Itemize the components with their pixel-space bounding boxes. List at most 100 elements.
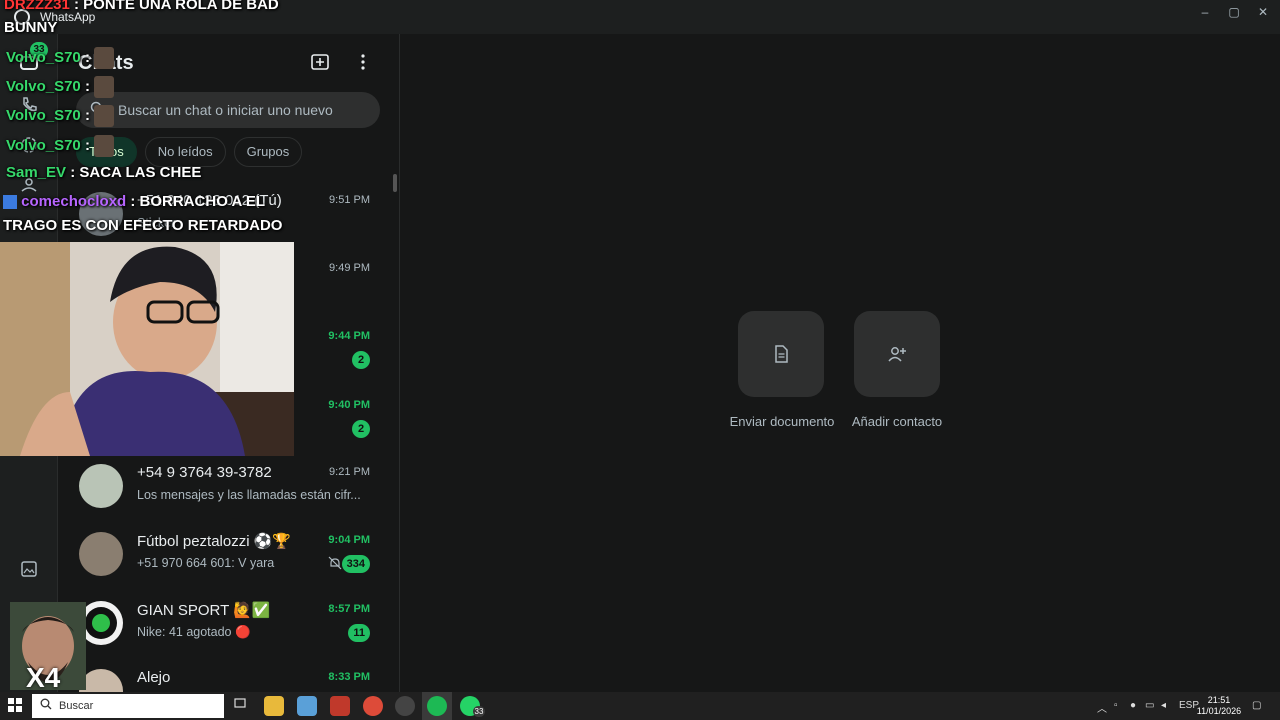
store-icon[interactable]	[297, 696, 317, 716]
taskbar: Buscar 33 ︿ ▫ ● ▭ ◂ ESP 21:51 11/01/2026…	[0, 692, 1280, 720]
chat-time: 9:04 PM	[328, 534, 370, 546]
stream-text: :	[84, 136, 90, 154]
more-vertical-icon	[361, 54, 365, 70]
chat-time: 8:57 PM	[328, 603, 370, 615]
chat-row[interactable]: Fútbol peztalozzi ⚽🏆 +51 970 664 601: V …	[58, 520, 399, 588]
stream-message: DRZZZ31 : PONTE UNA ROLA DE BAD	[4, 0, 279, 13]
close-button[interactable]: ✕	[1248, 2, 1278, 22]
stream-message: Volvo_S70 :	[6, 76, 114, 98]
stream-text: BUNNY	[4, 19, 58, 36]
chat-time: 9:51 PM	[329, 194, 370, 206]
add-contact-button[interactable]	[854, 311, 940, 397]
emote-icon	[93, 135, 114, 157]
minimize-button[interactable]: –	[1190, 2, 1220, 22]
multiplier-overlay: X4	[26, 662, 61, 693]
menu-button[interactable]	[351, 52, 375, 76]
webcam-overlay	[0, 242, 294, 456]
stream-username: Volvo_S70	[6, 77, 81, 95]
gallery-icon	[21, 561, 37, 577]
network-icon[interactable]: ▭	[1145, 700, 1154, 711]
send-document-button[interactable]	[738, 311, 824, 397]
stream-username: Sam_EV	[6, 164, 67, 181]
stream-text: :	[84, 48, 90, 66]
stream-username: Volvo_S70	[6, 136, 81, 154]
chat-name: +54 9 3764 39-3782	[137, 464, 272, 481]
emote-icon	[93, 105, 114, 127]
stream-message: BUNNY	[4, 19, 57, 36]
media-nav-button[interactable]	[18, 558, 40, 580]
chat-time: 9:44 PM	[328, 330, 370, 342]
avatar	[79, 464, 123, 508]
chat-name: GIAN SPORT 🙋✅	[137, 602, 271, 619]
taskbar-search-input[interactable]: Buscar	[32, 694, 224, 718]
stream-username: comechocloxd	[21, 193, 127, 210]
clock-date: 11/01/2026	[1196, 706, 1242, 716]
whatsapp-taskbar-badge: 33	[473, 706, 485, 717]
file-explorer-icon[interactable]	[264, 696, 284, 716]
emote-icon	[93, 76, 114, 98]
new-chat-button[interactable]	[308, 52, 332, 76]
stream-message: Volvo_S70 :	[6, 135, 114, 157]
chat-row[interactable]: +51 940 123 012 (Tú) Sticker 9:51 PM	[58, 180, 399, 248]
new-chat-icon	[311, 54, 329, 70]
chat-preview: Nike: 41 agotado 🔴	[137, 625, 251, 639]
volume-icon[interactable]: ◂	[1161, 700, 1166, 711]
stream-username: Volvo_S70	[6, 48, 81, 66]
stream-text: : SACA LAS CHEE	[70, 164, 202, 181]
search-input[interactable]: Buscar un chat o iniciar uno nuevo	[76, 92, 380, 128]
chat-time: 9:49 PM	[329, 262, 370, 274]
stream-message: comechocloxd : BORRACHO A EL	[3, 193, 265, 210]
unread-badge: 11	[348, 624, 370, 642]
chat-row[interactable]: Alejo 8:33 PM	[58, 657, 399, 692]
webcam-image	[0, 242, 294, 456]
chat-name: Alejo	[137, 669, 171, 686]
stream-text: :	[84, 77, 90, 95]
stream-username: DRZZZ31	[4, 0, 70, 13]
stream-message: Volvo_S70 :	[6, 105, 114, 127]
chat-time: 9:21 PM	[329, 466, 370, 478]
chat-time: 9:40 PM	[328, 399, 370, 411]
chat-row[interactable]: GIAN SPORT 🙋✅ Nike: 41 agotado 🔴 8:57 PM…	[58, 589, 399, 657]
tray-chevron-icon[interactable]: ︿	[1097, 700, 1107, 715]
main-pane: Enviar documento Añadir contacto	[400, 34, 1280, 692]
document-icon	[771, 344, 791, 364]
notifications-icon[interactable]: ▢	[1252, 700, 1261, 711]
stream-message: TRAGO ES CON EFECTO RETARDADO	[3, 217, 282, 234]
stream-text: : BORRACHO A EL	[130, 193, 266, 210]
stream-message: Sam_EV : SACA LAS CHEE	[6, 164, 201, 181]
game-app-icon[interactable]	[330, 696, 350, 716]
clock-time: 21:51	[1207, 695, 1231, 705]
windows-start-icon[interactable]	[8, 698, 22, 712]
chat-preview: Los mensajes y las llamadas están cifr..…	[137, 488, 361, 502]
taskbar-search-text: Buscar	[59, 700, 94, 712]
stream-username: Volvo_S70	[6, 106, 81, 124]
chat-time: 8:33 PM	[328, 671, 370, 683]
add-contact-icon	[887, 344, 907, 364]
stream-message: Volvo_S70 :	[6, 47, 114, 69]
spotify-icon[interactable]	[427, 696, 447, 716]
obs-icon[interactable]	[395, 696, 415, 716]
stream-text: :	[84, 106, 90, 124]
tray-device-icon[interactable]: ▫	[1114, 700, 1118, 711]
chat-name: Fútbol peztalozzi ⚽🏆	[137, 533, 292, 550]
chat-row[interactable]: +54 9 3764 39-3782 Los mensajes y las ll…	[58, 452, 399, 520]
system-clock[interactable]: 21:51 11/01/2026	[1196, 695, 1242, 717]
unread-badge: 334	[341, 555, 370, 573]
send-document-label: Enviar documento	[729, 414, 835, 429]
stream-text: TRAGO ES CON EFECTO RETARDADO	[3, 217, 283, 234]
filter-unread[interactable]: No leídos	[144, 137, 226, 167]
unread-badge: 2	[352, 420, 370, 438]
avatar	[79, 532, 123, 576]
screen: WhatsApp – ▢ ✕ 33 Chats	[0, 0, 1280, 720]
task-view-icon[interactable]	[230, 696, 250, 716]
microphone-icon[interactable]: ●	[1130, 700, 1136, 711]
search-icon	[40, 698, 54, 712]
unread-badge: 2	[352, 351, 370, 369]
search-placeholder: Buscar un chat o iniciar uno nuevo	[118, 102, 333, 118]
chrome-icon[interactable]	[363, 696, 383, 716]
maximize-button[interactable]: ▢	[1219, 2, 1249, 22]
stream-text: : PONTE UNA ROLA DE BAD	[74, 0, 279, 13]
emote-icon	[93, 47, 114, 69]
filter-groups[interactable]: Grupos	[233, 137, 303, 167]
add-contact-label: Añadir contacto	[851, 414, 943, 429]
